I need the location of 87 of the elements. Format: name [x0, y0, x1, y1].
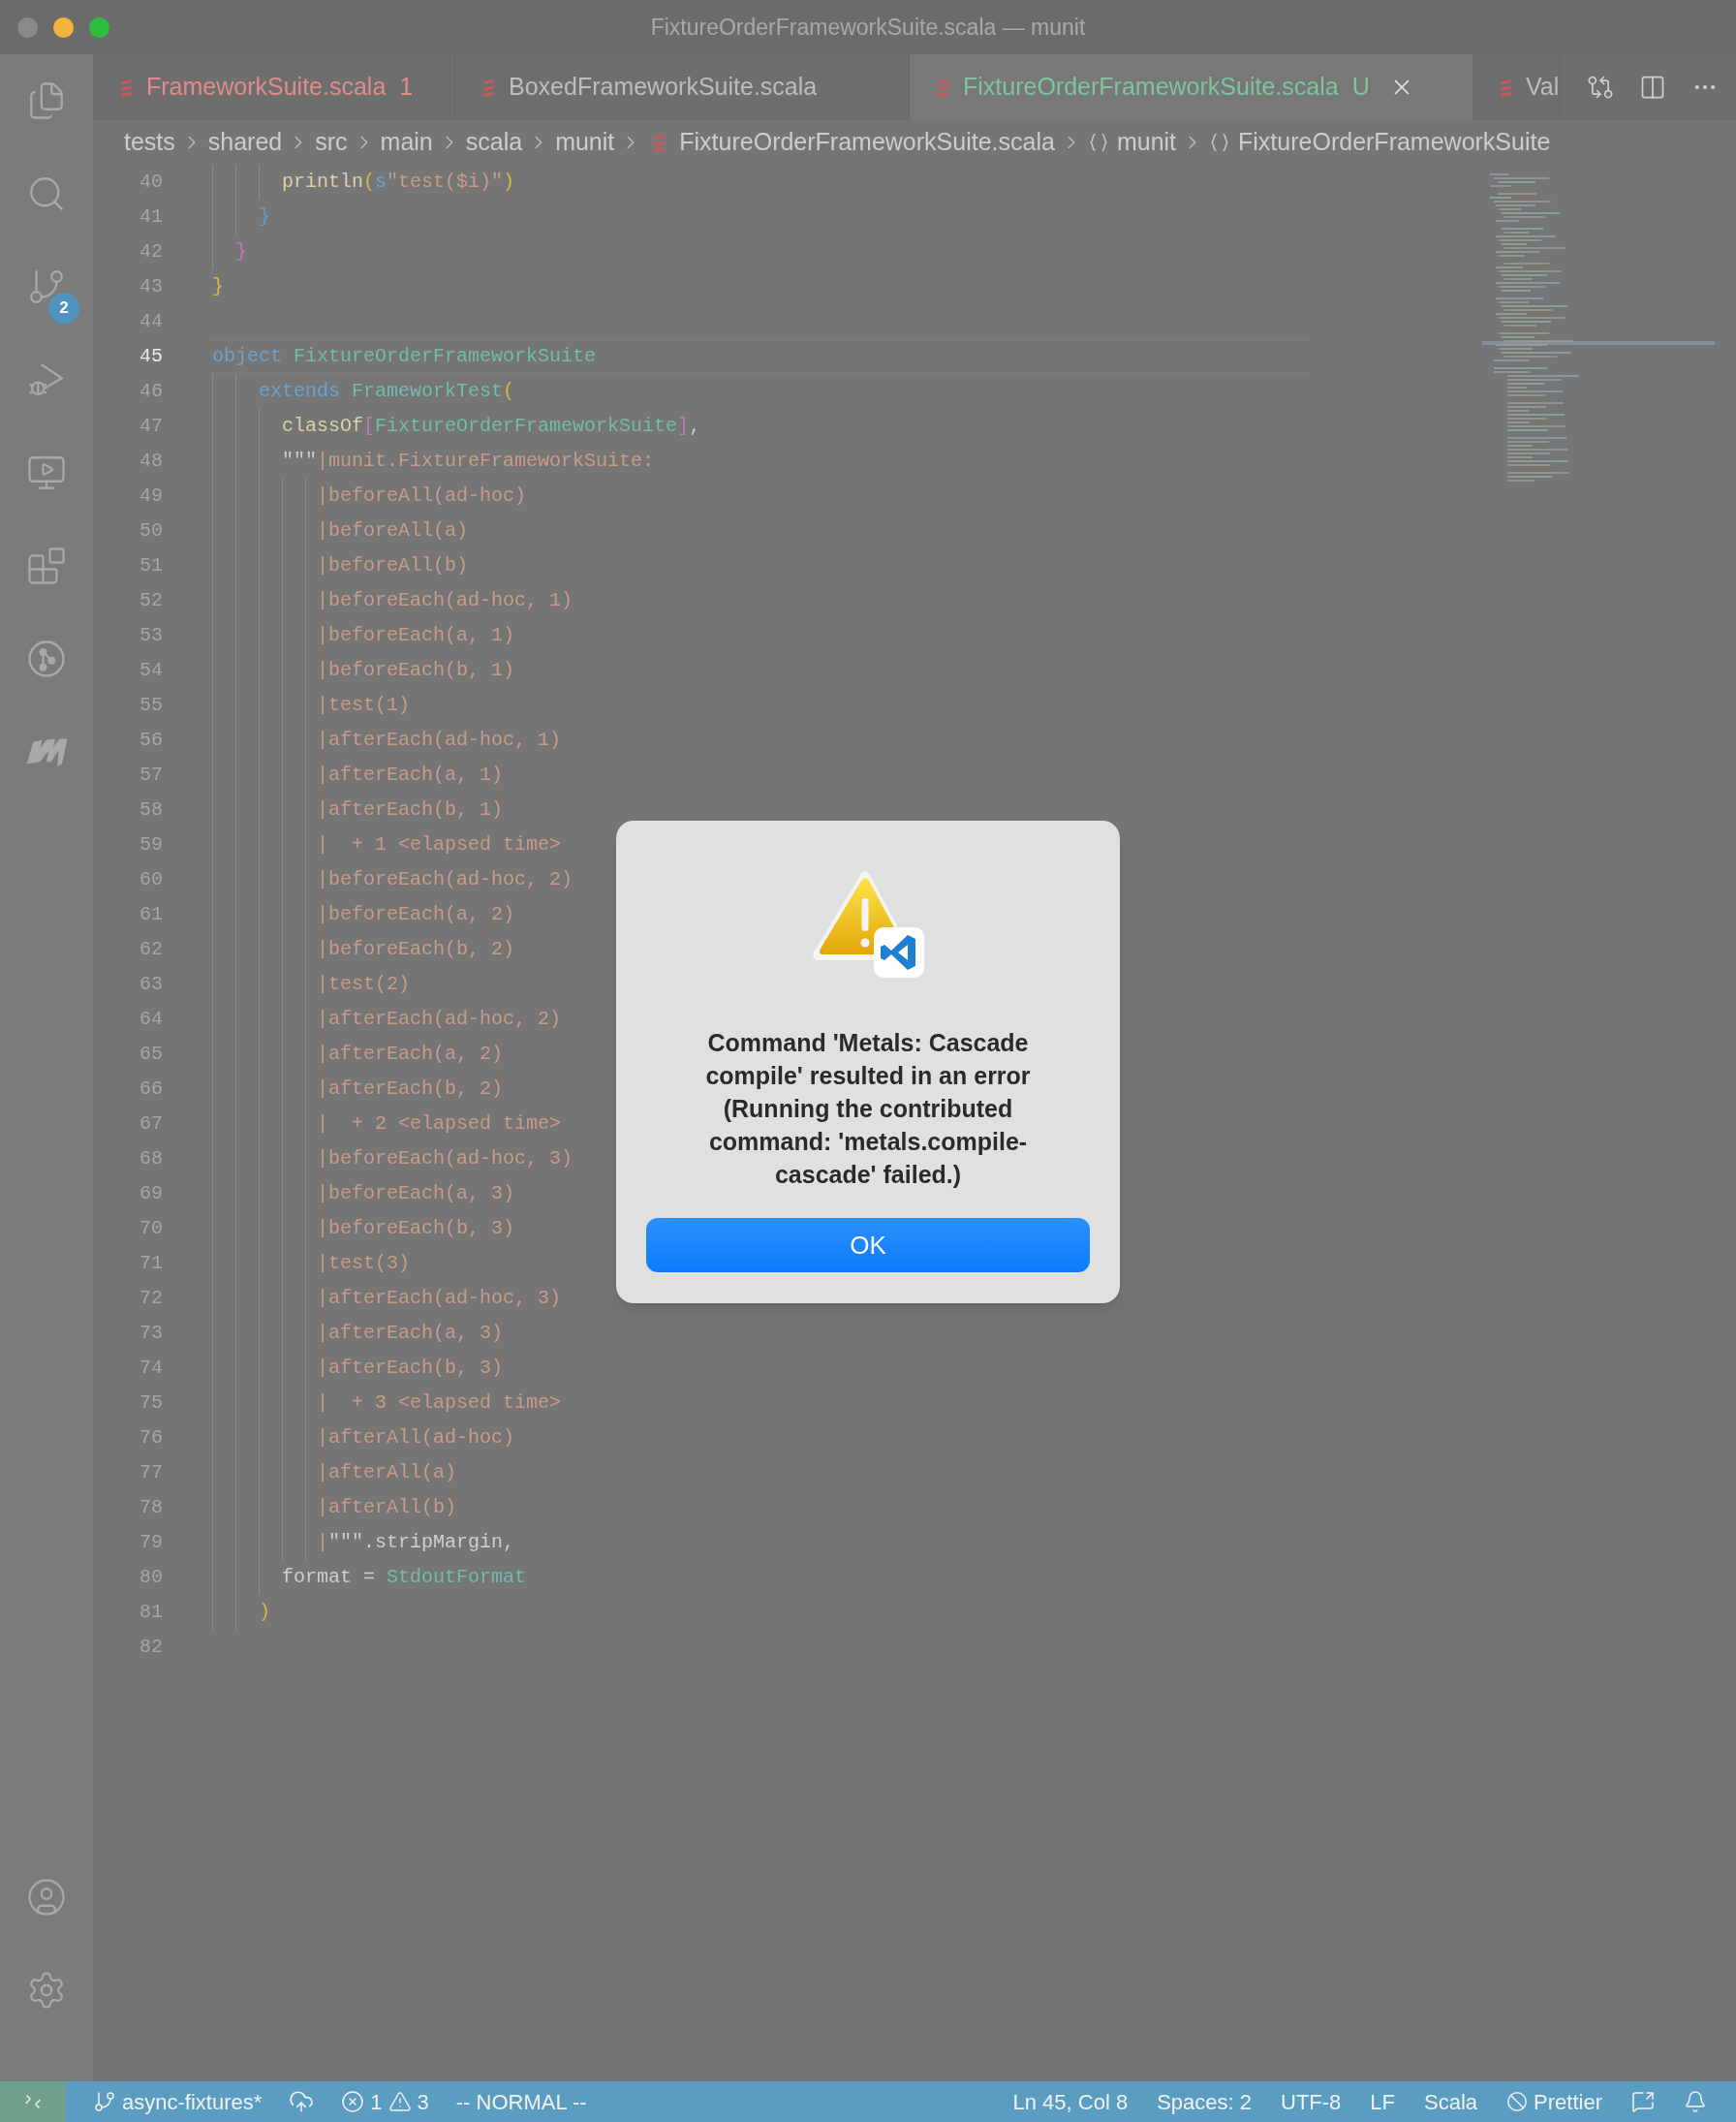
- code-line: println(s"test($i)"): [281, 170, 515, 195]
- graph-circle-icon[interactable]: [26, 639, 67, 679]
- breadcrumb-item[interactable]: main: [380, 124, 433, 161]
- status-item[interactable]: -- NORMAL --: [455, 2085, 587, 2118]
- code-line: """|munit.FixtureFrameworkSuite:: [281, 449, 655, 474]
- code-line: |afterEach(a, 3): [316, 1321, 504, 1346]
- status-item[interactable]: Scala: [1424, 2085, 1478, 2118]
- code-line: }: [234, 239, 247, 265]
- ok-button[interactable]: OK: [646, 1218, 1090, 1272]
- status-item[interactable]: Ln 45, Col 8: [1012, 2085, 1129, 2118]
- code-line: |afterEach(ad-hoc, 2): [316, 1007, 562, 1032]
- code-line: |afterEach(a, 2): [316, 1042, 504, 1067]
- remote-indicator[interactable]: [0, 2081, 66, 2122]
- cloud-upload-icon[interactable]: [289, 2089, 315, 2114]
- close-window-button[interactable]: [17, 16, 38, 38]
- code-line: |beforeEach(ad-hoc, 1): [316, 588, 574, 613]
- count-badge: 2: [48, 293, 79, 324]
- code-line: ): [258, 1600, 270, 1625]
- code-line: |afterEach(ad-hoc, 3): [316, 1286, 562, 1311]
- code-line: |afterEach(b, 3): [316, 1356, 504, 1381]
- code-line: classOf[FixtureOrderFrameworkSuite],: [281, 414, 701, 439]
- status-item[interactable]: LF: [1370, 2085, 1396, 2118]
- code-line: |beforeAll(a): [316, 518, 469, 544]
- breadcrumb-item[interactable]: FixtureOrderFrameworkSuite: [1209, 124, 1551, 161]
- code-line: |test(2): [316, 972, 411, 997]
- code-line: |beforeAll(ad-hoc): [316, 484, 527, 509]
- breadcrumb-item[interactable]: munit: [555, 124, 615, 161]
- breadcrumb-item[interactable]: munit: [1087, 124, 1177, 161]
- prettier-status[interactable]: Prettier: [1506, 2085, 1602, 2118]
- code-line: extends FrameworkTest(: [258, 379, 515, 404]
- status-item[interactable]: UTF-8: [1281, 2085, 1342, 2118]
- file-type-icon: [482, 78, 495, 97]
- breadcrumb-item[interactable]: scala: [465, 124, 523, 161]
- code-line: |test(1): [316, 693, 411, 718]
- code-line: |beforeEach(a, 2): [316, 902, 515, 927]
- breadcrumb-item[interactable]: FixtureOrderFrameworkSuite.scala: [647, 124, 1055, 161]
- disabled-icon: [1506, 2091, 1529, 2112]
- zoom-window-button[interactable]: [89, 16, 109, 38]
- code-line: |afterAll(a): [316, 1460, 457, 1485]
- warning-app-icon: [810, 869, 926, 978]
- account-icon[interactable]: [26, 1877, 67, 1918]
- minimize-window-button[interactable]: [53, 16, 74, 38]
- breadcrumb-item[interactable]: src: [315, 124, 348, 161]
- code-line: |beforeAll(b): [316, 553, 469, 578]
- line-number: 45: [139, 344, 163, 369]
- file-type-icon: [120, 78, 133, 97]
- error-icon: [341, 2090, 365, 2113]
- status-item[interactable]: Spaces: 2: [1157, 2085, 1252, 2118]
- branch-icon: [93, 2090, 116, 2113]
- breadcrumb-item[interactable]: shared: [207, 124, 283, 161]
- warning-icon: [388, 2090, 412, 2113]
- code-line: | + 3 <elapsed time>: [316, 1390, 562, 1416]
- code-line: |afterEach(a, 1): [316, 763, 504, 788]
- feedback-icon[interactable]: [1631, 2090, 1655, 2113]
- code-line: |beforeEach(b, 2): [316, 937, 515, 962]
- code-line: |beforeEach(b, 3): [316, 1216, 515, 1241]
- code-line: |beforeEach(a, 3): [316, 1181, 515, 1206]
- dialog-message: Command 'Metals: Cascade compile' resulted in an error (Running the contributed command: 'metals.compile-cascade' failed.): [704, 1028, 1032, 1190]
- breadcrumb-item[interactable]: tests: [124, 124, 175, 161]
- compare-icon[interactable]: [1587, 74, 1614, 101]
- branch-status[interactable]: async-fixtures*: [93, 2085, 263, 2118]
- code-line: |afterAll(ad-hoc): [316, 1425, 515, 1451]
- code-line: object FixtureOrderFrameworkSuite: [212, 344, 597, 369]
- editor-tab[interactable]: FixtureOrderFrameworkSuite.scala U: [910, 54, 1472, 120]
- code-line: |beforeEach(ad-hoc, 3): [316, 1146, 574, 1171]
- problems-status[interactable]: 1 3: [341, 2085, 429, 2118]
- code-line: |beforeEach(a, 1): [316, 623, 515, 648]
- code-line: | + 2 <elapsed time>: [316, 1111, 562, 1137]
- code-line: }: [258, 204, 270, 230]
- extensions-icon[interactable]: [26, 546, 67, 586]
- window-title: FixtureOrderFrameworkSuite.scala — munit: [650, 13, 1086, 42]
- bell-icon[interactable]: [1684, 2090, 1707, 2113]
- code-line: |afterEach(ad-hoc, 1): [316, 728, 562, 753]
- code-line: |test(3): [316, 1251, 411, 1276]
- code-line: |afterEach(b, 1): [316, 797, 504, 823]
- file-type-icon: [937, 78, 949, 97]
- split-editor-icon[interactable]: [1639, 74, 1666, 101]
- code-line: }: [212, 274, 224, 299]
- code-line: | + 1 <elapsed time>: [316, 832, 562, 858]
- file-type-icon: [653, 133, 666, 152]
- code-line: format = StdoutFormat: [281, 1565, 527, 1590]
- file-type-icon: [1500, 78, 1512, 97]
- code-line: |beforeEach(ad-hoc, 2): [316, 867, 574, 892]
- code-line: |afterEach(b, 2): [316, 1077, 504, 1102]
- code-line: |beforeEach(b, 1): [316, 658, 515, 683]
- code-line: |""".stripMargin,: [316, 1530, 515, 1555]
- code-line: |afterAll(b): [316, 1495, 457, 1520]
